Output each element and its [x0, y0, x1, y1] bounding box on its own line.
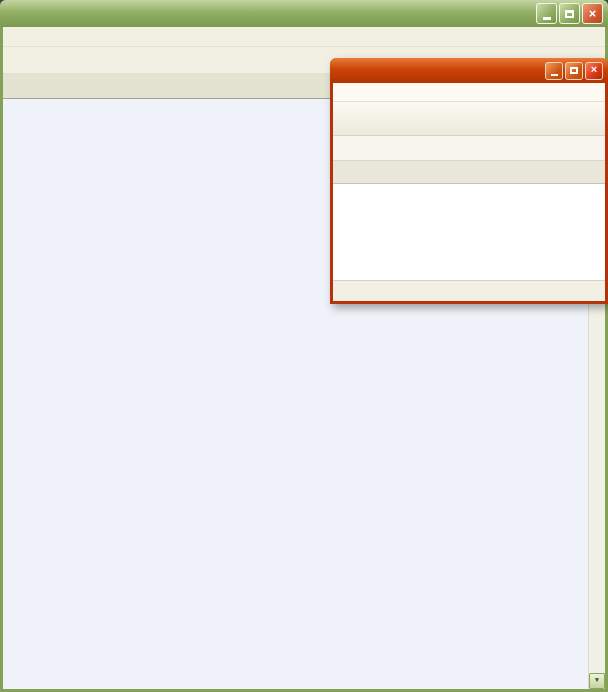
- maximize-button[interactable]: [559, 3, 580, 24]
- npp-menubar: [3, 27, 605, 47]
- maximize-glyph: [565, 9, 574, 18]
- firefox-bookmarks-bar: [333, 136, 605, 161]
- firefox-titlebar[interactable]: ×: [330, 58, 608, 83]
- ff-window-buttons: ×: [545, 61, 603, 80]
- page-text: [333, 184, 605, 196]
- firefox-menubar: [333, 83, 605, 102]
- firefox-statusbar: [333, 280, 605, 301]
- firefox-window: ×: [330, 58, 608, 304]
- minimize-button[interactable]: [536, 3, 557, 24]
- firefox-navbar: [333, 102, 605, 136]
- scroll-down-button[interactable]: ▼: [589, 673, 605, 689]
- ff-restore-glyph: [570, 67, 578, 74]
- ff-window-body: [333, 83, 605, 301]
- notepadpp-icon: [5, 6, 21, 22]
- ff-minimize-glyph: [550, 73, 558, 76]
- ff-close-button[interactable]: ×: [585, 61, 603, 80]
- notepadpp-titlebar[interactable]: ×: [0, 0, 608, 27]
- desktop: × ▲ ▼ ×: [0, 0, 608, 692]
- minimize-glyph: [542, 16, 551, 20]
- close-button[interactable]: ×: [582, 3, 603, 24]
- firefox-icon: [335, 63, 351, 79]
- ff-restore-button[interactable]: [565, 61, 583, 80]
- ff-minimize-button[interactable]: [545, 61, 563, 80]
- firefox-tabbar: [333, 161, 605, 184]
- npp-window-buttons: ×: [536, 3, 603, 24]
- browser-viewport: [333, 184, 605, 280]
